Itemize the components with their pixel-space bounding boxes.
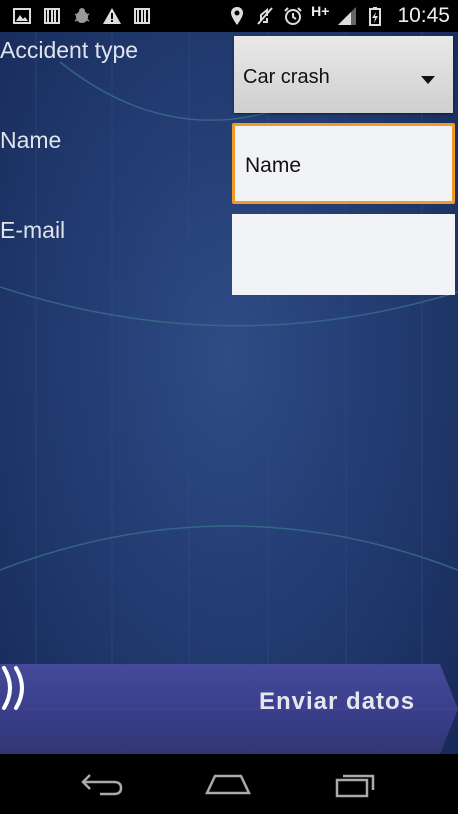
- navigation-bar: [0, 754, 458, 814]
- send-button-label: Enviar datos: [259, 688, 416, 715]
- accident-type-value: Car crash: [243, 66, 330, 88]
- send-data-button[interactable]: Enviar datos: [0, 664, 458, 754]
- accident-type-label: Accident type: [0, 37, 139, 63]
- barcode-icon: [42, 6, 62, 26]
- name-label: Name: [0, 127, 62, 153]
- battery-icon: [365, 6, 385, 26]
- home-icon: [205, 774, 251, 795]
- dropdown-arrow-icon: [421, 76, 435, 84]
- mute-icon: [255, 6, 275, 26]
- back-icon: [81, 774, 123, 796]
- clock: 10:45: [397, 4, 450, 27]
- warning-icon: [102, 6, 122, 26]
- status-bar: H+ 10:45: [0, 0, 458, 32]
- email-label: E-mail: [0, 217, 66, 243]
- email-field[interactable]: [232, 214, 455, 295]
- name-field-value: Name: [245, 154, 302, 177]
- network-type: H+: [311, 3, 330, 19]
- accident-type-spinner[interactable]: Car crash: [234, 36, 453, 113]
- name-field[interactable]: Name: [232, 123, 455, 204]
- notification-icons: [12, 6, 152, 26]
- barcode-icon: [132, 6, 152, 26]
- double-chevron-right-icon: [2, 666, 24, 710]
- home-button[interactable]: [198, 768, 258, 800]
- recents-button[interactable]: [326, 768, 386, 800]
- location-icon: [227, 6, 247, 26]
- alarm-icon: [283, 6, 303, 26]
- form-screen: Accident type Car crash Name Name E-mail…: [0, 32, 458, 754]
- recents-icon: [335, 774, 375, 798]
- bug-icon: [72, 6, 92, 26]
- system-icons: H+ 10:45: [227, 3, 450, 28]
- back-button[interactable]: [72, 768, 132, 800]
- signal-icon: [337, 6, 357, 26]
- image-icon: [12, 6, 32, 26]
